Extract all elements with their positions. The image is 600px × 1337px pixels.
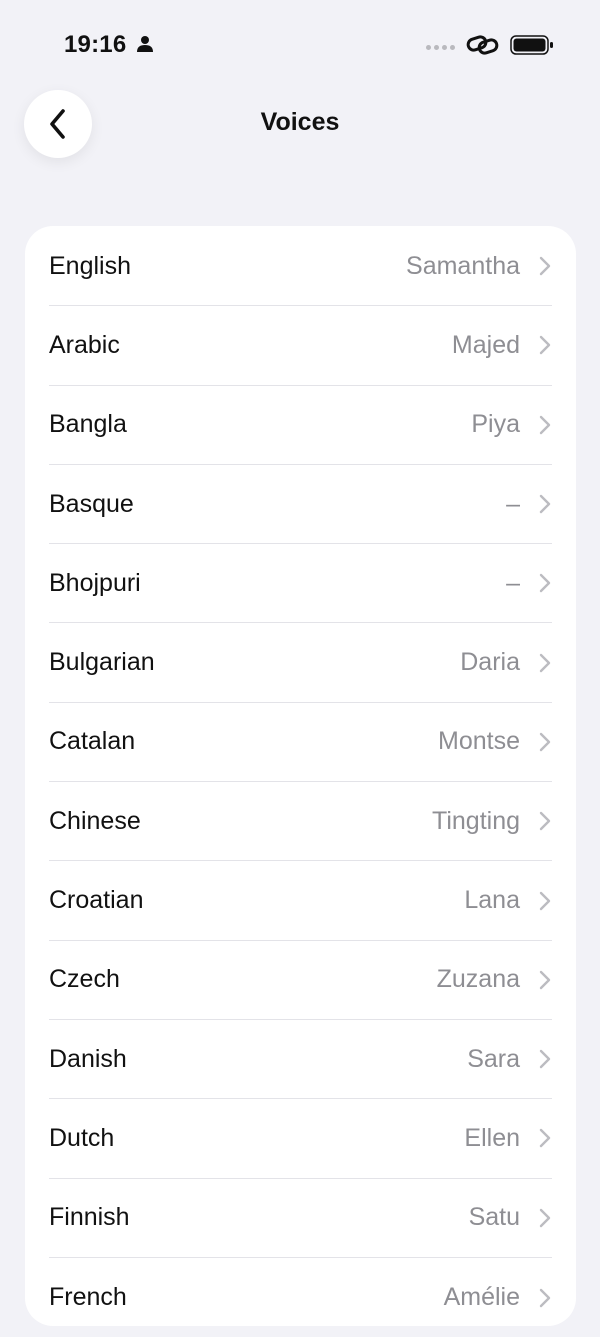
language-label: Chinese (49, 806, 141, 835)
list-item-bhojpuri[interactable]: Bhojpuri – (49, 544, 552, 624)
page-title: Voices (260, 108, 340, 136)
voice-value: Amélie (443, 1283, 520, 1312)
voice-value: Montse (438, 727, 520, 756)
voice-value: Sara (467, 1044, 520, 1073)
list-item-french[interactable]: French Amélie (49, 1258, 552, 1337)
list-item-chinese[interactable]: Chinese Tingting (49, 782, 552, 862)
chevron-right-icon (539, 1049, 551, 1069)
chevron-right-icon (539, 1288, 551, 1307)
list-item-finnish[interactable]: Finnish Satu (49, 1179, 552, 1258)
list-item-bangla[interactable]: Bangla Piya (49, 386, 552, 465)
chevron-right-icon (539, 891, 551, 910)
language-label: Basque (49, 489, 134, 518)
chevron-right-icon (539, 1129, 551, 1148)
list-item-danish[interactable]: Danish Sara (49, 1020, 552, 1100)
chevron-right-icon (539, 812, 551, 831)
voice-value: Ellen (464, 1123, 520, 1152)
chevron-right-icon (539, 653, 551, 672)
chevron-right-icon (539, 415, 551, 434)
chevron-right-icon (539, 494, 551, 514)
status-time: 19:16 (64, 31, 127, 58)
language-label: Catalan (49, 727, 136, 756)
list-item-arabic[interactable]: Arabic Majed (49, 306, 552, 386)
list-item-basque[interactable]: Basque – (49, 465, 552, 545)
chevron-right-icon (539, 574, 551, 593)
chevron-right-icon (539, 732, 551, 752)
link-icon (466, 35, 499, 55)
voice-value: Tingting (431, 806, 520, 835)
language-label: Dutch (49, 1123, 115, 1152)
voice-value: – (506, 489, 520, 518)
list-item-czech[interactable]: Czech Zuzana (49, 941, 552, 1020)
language-label: Finnish (49, 1203, 130, 1232)
chevron-right-icon (539, 1208, 551, 1227)
chevron-right-icon (539, 336, 551, 355)
voice-value: Piya (471, 410, 520, 439)
voice-value: Samantha (406, 251, 520, 280)
list-item-dutch[interactable]: Dutch Ellen (49, 1099, 552, 1179)
list-item-bulgarian[interactable]: Bulgarian Daria (49, 624, 552, 703)
language-label: English (49, 251, 131, 280)
chevron-right-icon (539, 256, 551, 276)
list-item-catalan[interactable]: Catalan Montse (49, 703, 552, 783)
battery-icon (510, 35, 553, 55)
language-label: Arabic (49, 330, 120, 359)
voice-value: Zuzana (436, 965, 520, 994)
language-label: French (49, 1283, 127, 1312)
voice-value: Majed (451, 330, 520, 359)
person-icon (137, 36, 153, 52)
signal-icon (426, 45, 455, 50)
language-label: Bhojpuri (49, 568, 141, 597)
language-label: Croatian (49, 886, 144, 915)
voices-list: English Samantha Arabic Majed Bangla Piy… (25, 226, 576, 1326)
status-bar: 19:16 (0, 0, 600, 90)
language-label: Danish (49, 1044, 127, 1073)
voice-value: – (506, 568, 520, 597)
language-label: Czech (49, 965, 120, 994)
chevron-right-icon (539, 970, 551, 990)
language-label: Bangla (49, 410, 127, 439)
voice-value: Lana (464, 886, 520, 915)
list-item-croatian[interactable]: Croatian Lana (49, 861, 552, 941)
voice-value: Satu (468, 1203, 520, 1232)
list-item-english[interactable]: English Samantha (49, 227, 552, 307)
voice-value: Daria (460, 648, 520, 677)
language-label: Bulgarian (49, 648, 155, 677)
